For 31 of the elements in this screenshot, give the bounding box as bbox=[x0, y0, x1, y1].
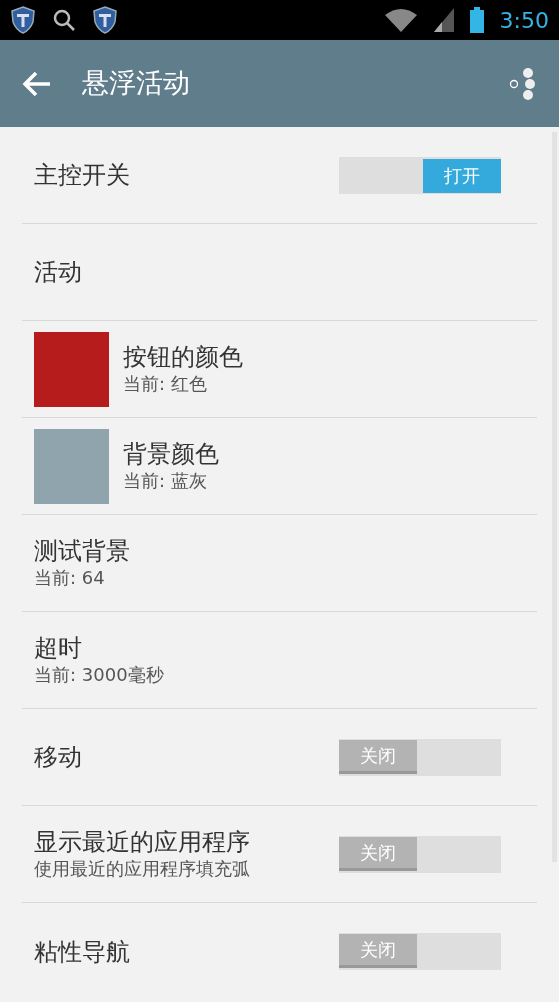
back-icon[interactable] bbox=[22, 70, 52, 97]
setting-summary: 当前: 蓝灰 bbox=[123, 469, 208, 493]
search-icon[interactable] bbox=[52, 8, 76, 32]
setting-title: 移动 bbox=[34, 742, 83, 772]
shield-icon[interactable] bbox=[92, 6, 118, 34]
settings-row[interactable]: 粘性导航 关闭 bbox=[22, 903, 537, 1000]
signal-icon bbox=[433, 8, 454, 32]
clock-time: 3:50 bbox=[499, 6, 549, 35]
settings-row[interactable]: 显示最近的应用程序 使用最近的应用程序填充弧 关闭 bbox=[22, 806, 537, 903]
setting-title: 显示最近的应用程序 bbox=[34, 827, 251, 858]
setting-title: 主控开关 bbox=[34, 160, 131, 190]
setting-title: 活动 bbox=[34, 257, 83, 287]
setting-summary: 当前: 红色 bbox=[123, 372, 208, 396]
setting-summary: 当前: 64 bbox=[34, 566, 106, 590]
setting-summary: 当前: 3000毫秒 bbox=[34, 663, 165, 687]
battery-icon bbox=[469, 7, 484, 33]
setting-title: 按钮的颜色 bbox=[123, 342, 244, 373]
setting-title: 背景颜色 bbox=[123, 439, 220, 470]
settings-row[interactable]: 主控开关 打开 bbox=[22, 127, 537, 224]
screen-title: 悬浮活动 bbox=[82, 66, 190, 101]
settings-row[interactable]: 测试背景 当前: 64 bbox=[22, 515, 537, 612]
setting-summary: 使用最近的应用程序填充弧 bbox=[34, 857, 251, 881]
settings-row[interactable]: 移动 关闭 bbox=[22, 709, 537, 806]
setting-title: 粘性导航 bbox=[34, 936, 131, 967]
shield-icon[interactable] bbox=[10, 6, 36, 34]
wifi-icon bbox=[383, 7, 418, 33]
settings-row[interactable]: 超时 当前: 3000毫秒 bbox=[22, 612, 537, 709]
settings-row[interactable]: 背景颜色 当前: 蓝灰 bbox=[22, 418, 537, 515]
settings-row[interactable]: 按钮的颜色 当前: 红色 bbox=[22, 321, 537, 418]
setting-title: 超时 bbox=[34, 633, 83, 664]
setting-title: 测试背景 bbox=[34, 536, 131, 567]
